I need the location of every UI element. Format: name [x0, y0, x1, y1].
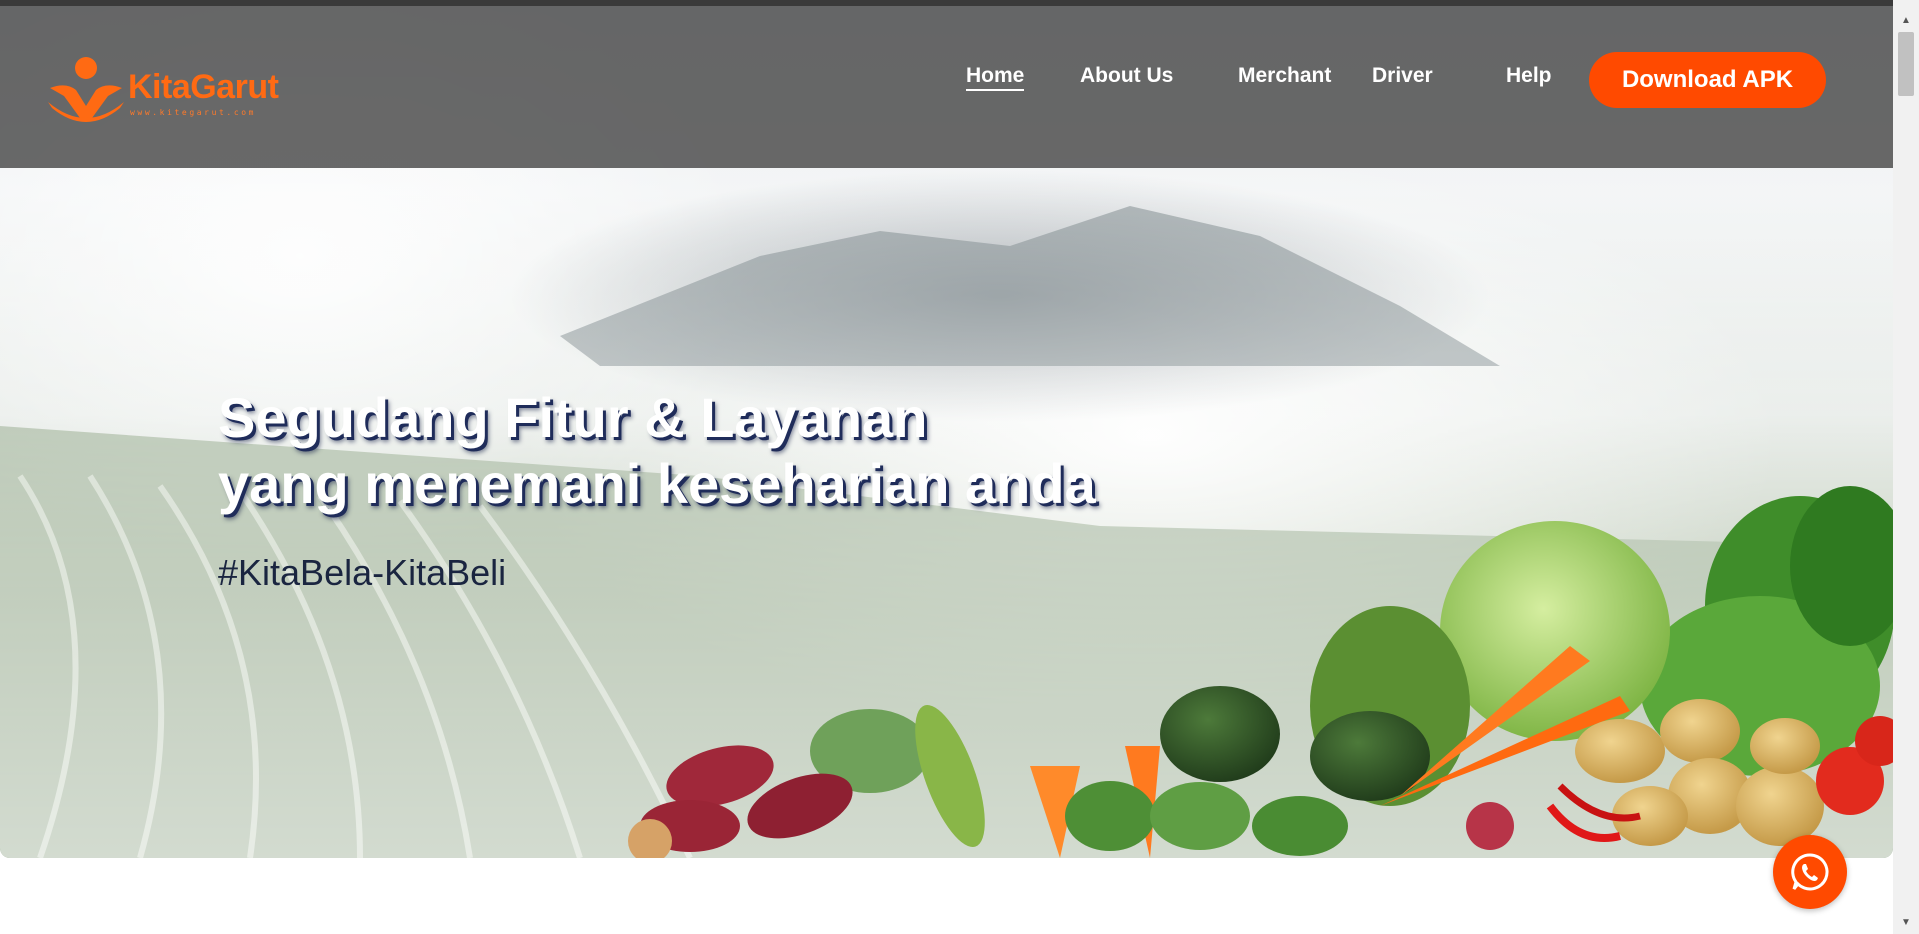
hero-hashtag: #KitaBela-KitaBeli [218, 552, 507, 593]
nav-merchant[interactable]: Merchant [1238, 64, 1331, 88]
whatsapp-icon [1791, 853, 1829, 891]
hero-title: Segudang Fitur & Layanan yang menemani k… [218, 385, 1096, 517]
logo-website: www.kitegarut.com [130, 108, 257, 117]
brand-logo[interactable]: KitaGarut www.kitegarut.com [46, 56, 306, 126]
hero-title-line-1: Segudang Fitur & Layanan [218, 386, 928, 449]
page-scrollbar[interactable]: ▲ ▼ [1893, 0, 1919, 934]
nav-help[interactable]: Help [1506, 64, 1552, 88]
nav-home[interactable]: Home [966, 64, 1025, 91]
download-apk-button[interactable]: Download APK [1589, 52, 1826, 108]
hero-title-line-2: yang menemani keseharian anda [218, 452, 1096, 515]
nav-about-us[interactable]: About Us [1080, 64, 1173, 88]
kitagarut-logo-icon [48, 57, 124, 122]
scroll-down-arrow-icon[interactable]: ▼ [1893, 910, 1919, 934]
navbar: KitaGarut www.kitegarut.com Home About U… [0, 6, 1893, 168]
page-viewport: KitaGarut www.kitegarut.com Home About U… [0, 0, 1893, 934]
scrollbar-thumb[interactable] [1898, 32, 1914, 96]
whatsapp-button[interactable] [1773, 835, 1847, 909]
nav-driver[interactable]: Driver [1372, 64, 1433, 88]
scroll-up-arrow-icon[interactable]: ▲ [1893, 8, 1919, 32]
logo-text: KitaGarut [128, 68, 279, 106]
